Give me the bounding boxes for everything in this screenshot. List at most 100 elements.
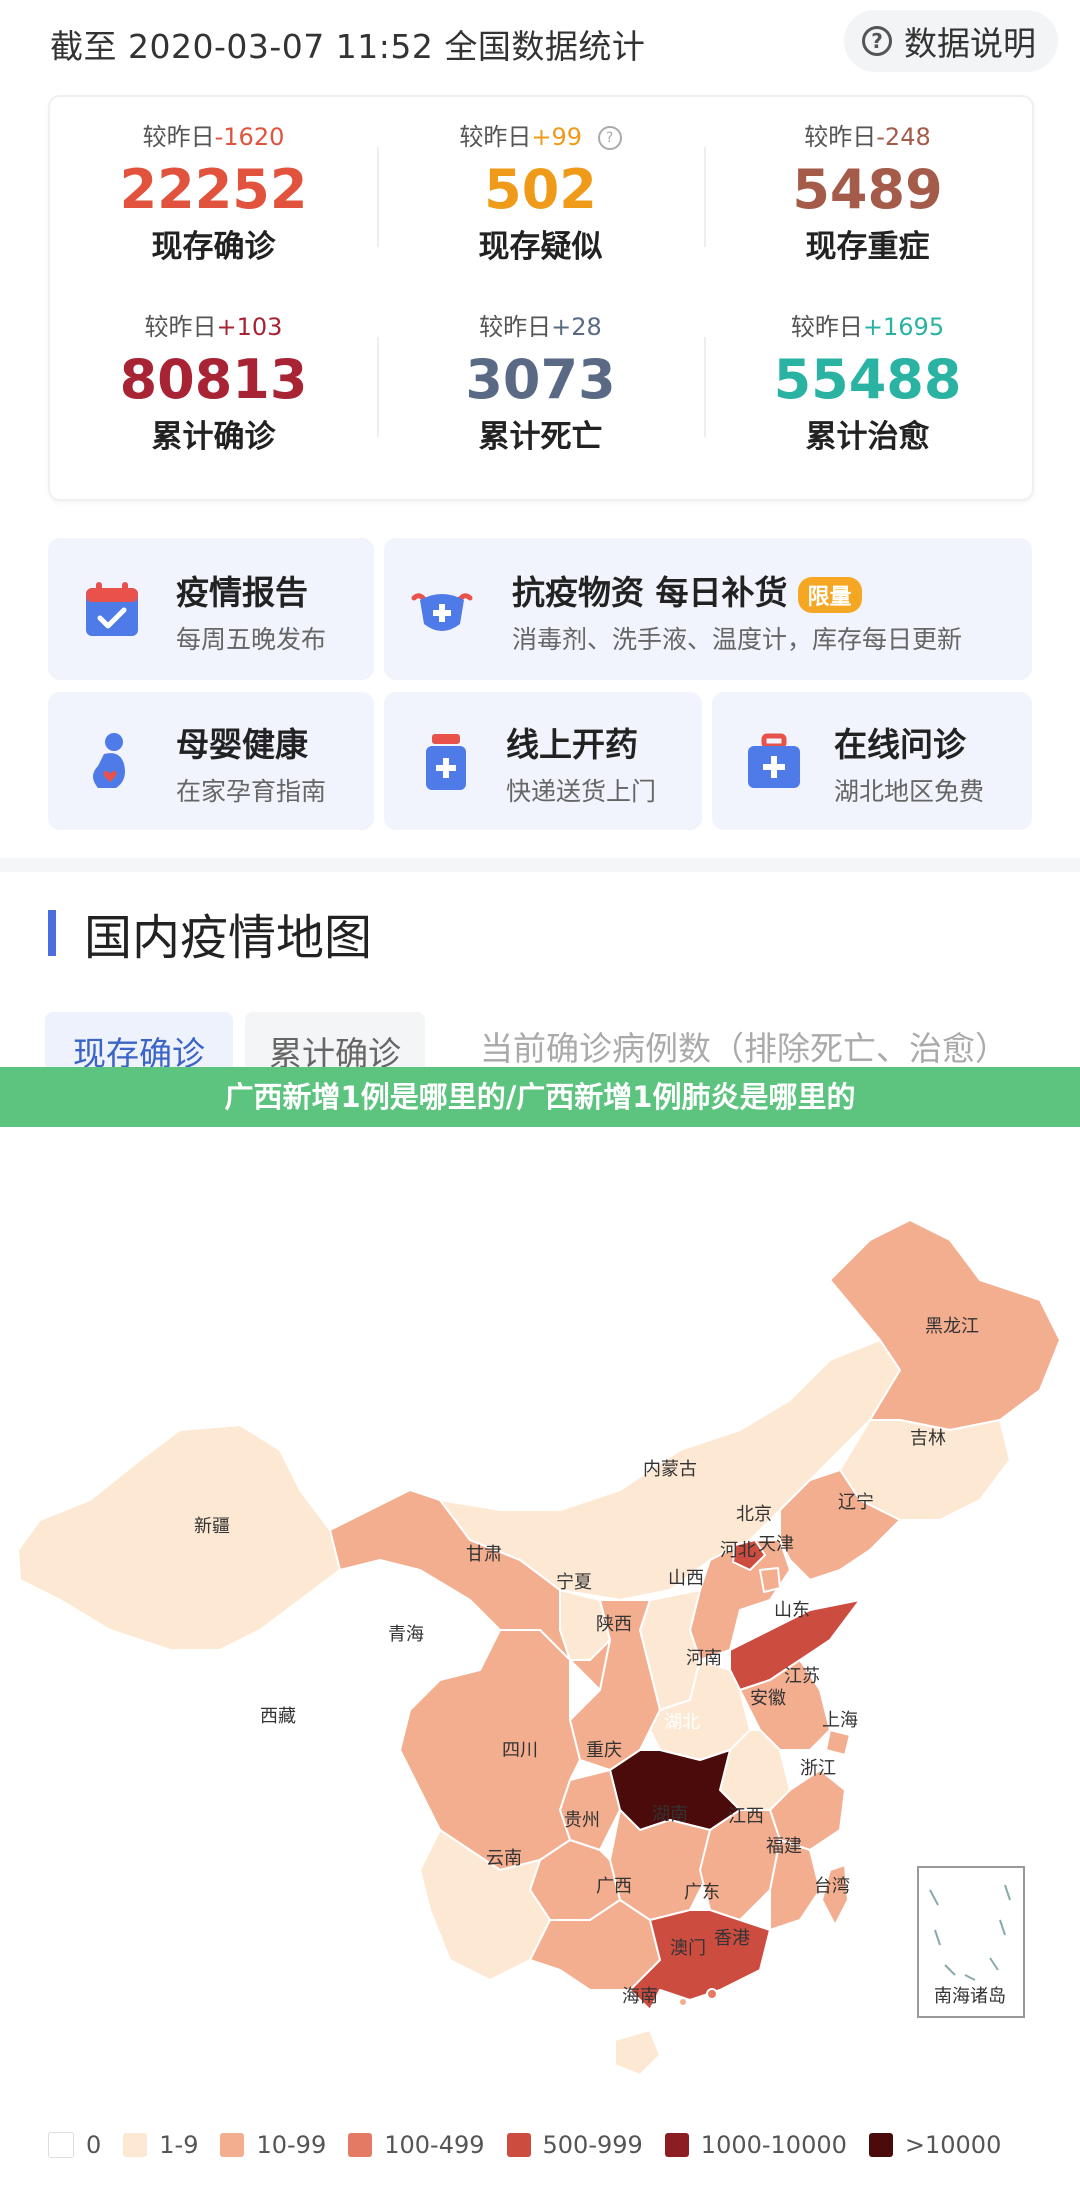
tab-description: 当前确诊病例数（排除死亡、治愈） [480, 1029, 1008, 1068]
label-hainan: 海南 [622, 1986, 658, 2007]
delta-value: +28 [551, 313, 602, 341]
page-header: 截至 2020-03-07 11:52 全国数据统计 ? 数据说明 [0, 0, 1080, 86]
legend-label: 1-9 [159, 2131, 199, 2159]
label-hubei: 湖北 [664, 1712, 700, 1733]
legend-swatch [664, 2133, 689, 2157]
mother-baby-icon [93, 733, 125, 788]
label-chongqing: 重庆 [586, 1740, 622, 1761]
tile-title: 线上开药 [506, 725, 638, 764]
label-shanxi: 山西 [668, 1568, 704, 1589]
section-title: 国内疫情地图 [84, 910, 373, 966]
data-explanation-label: 数据说明 [904, 24, 1036, 63]
medical-kit-icon [748, 733, 800, 788]
label-xinjiang: 新疆 [194, 1516, 230, 1537]
legend-item[interactable]: 1000-10000 [664, 2131, 847, 2159]
tile-online-pharmacy[interactable]: 线上开药 快递送货上门 [384, 692, 702, 830]
map-section-header: 国内疫情地图 [48, 905, 372, 966]
stat-label: 现存疑似 [478, 229, 603, 265]
legend-label: >10000 [904, 2131, 1002, 2159]
delta-value: -248 [876, 123, 931, 151]
stat-current-confirmed: 较昨日-1620 22252 现存确诊 [50, 119, 377, 269]
legend-swatch [48, 2132, 74, 2158]
label-hebei: 河北 [720, 1540, 756, 1561]
stat-total-deaths: 较昨日+28 3073 累计死亡 [377, 309, 704, 459]
china-epidemic-map: 南海诸岛 新疆 西藏 青海 甘肃 内蒙古 黑龙江 吉林 辽宁 北京 天津 河北 … [0, 1130, 1080, 2190]
label-yunnan: 云南 [486, 1848, 522, 1869]
stat-total-cured: 较昨日+1695 55488 累计治愈 [704, 309, 1031, 459]
legend-item[interactable]: 10-99 [220, 2131, 326, 2159]
tile-online-consultation[interactable]: 在线问诊 湖北地区免费 [712, 692, 1032, 830]
legend-swatch [348, 2133, 373, 2157]
stat-value: 55488 [773, 348, 962, 411]
tile-title: 抗疫物资 每日补货 限量 [512, 566, 862, 614]
stats-card: 较昨日-1620 22252 现存确诊 较昨日+99 ? 502 现存疑似 较昨… [48, 95, 1034, 501]
label-xizang: 西藏 [260, 1706, 296, 1727]
stat-value: 22252 [119, 158, 308, 221]
label-heilongjiang: 黑龙江 [925, 1316, 979, 1337]
label-guangxi: 广西 [596, 1876, 632, 1897]
stat-label: 累计治愈 [805, 419, 930, 455]
tile-title: 疫情报告 [176, 573, 308, 612]
legend-item[interactable]: 0 [48, 2131, 101, 2159]
label-jiangxi: 江西 [728, 1806, 764, 1827]
province-xianggang[interactable] [706, 1988, 718, 2000]
delta-prefix: 较昨日 [790, 313, 863, 341]
label-henan: 河南 [686, 1648, 722, 1669]
legend-label: 0 [86, 2131, 102, 2159]
delta-value: -1620 [214, 123, 285, 151]
tile-subtitle: 消毒剂、洗手液、温度计，库存每日更新 [512, 625, 963, 654]
delta-prefix: 较昨日 [804, 123, 877, 151]
label-qinghai: 青海 [388, 1624, 424, 1645]
legend-item[interactable]: 1-9 [123, 2131, 198, 2159]
legend-label: 500-999 [542, 2131, 643, 2159]
label-taiwan: 台湾 [814, 1876, 850, 1897]
tile-title: 在线问诊 [834, 725, 966, 764]
stat-label: 累计确诊 [151, 419, 276, 455]
legend-item[interactable]: >10000 [868, 2131, 1002, 2159]
province-shanghai[interactable] [825, 1729, 851, 1756]
label-tianjin: 天津 [758, 1534, 794, 1555]
data-explanation-button[interactable]: ? 数据说明 [844, 10, 1058, 72]
medicine-bottle-icon [426, 734, 466, 790]
delta-value: +1695 [862, 313, 945, 341]
stat-value: 3073 [465, 348, 616, 411]
label-hunan: 湖南 [652, 1804, 688, 1825]
label-liaoning: 辽宁 [838, 1492, 874, 1513]
delta-prefix: 较昨日 [142, 123, 215, 151]
legend-item[interactable]: 500-999 [506, 2131, 643, 2159]
help-icon[interactable]: ? [597, 126, 622, 150]
tile-subtitle: 快递送货上门 [506, 777, 657, 806]
tile-maternal-health[interactable]: 母婴健康 在家孕育指南 [48, 692, 374, 830]
tile-subtitle: 每周五晚发布 [176, 625, 327, 654]
legend-item[interactable]: 100-499 [348, 2131, 485, 2159]
legend-label: 10-99 [256, 2131, 327, 2159]
stat-value: 502 [484, 158, 597, 221]
label-ningxia: 宁夏 [556, 1572, 592, 1593]
inset-label: 南海诸岛 [934, 1986, 1006, 2007]
label-gansu: 甘肃 [466, 1544, 502, 1565]
stat-value: 80813 [119, 348, 308, 411]
tile-subtitle: 在家孕育指南 [176, 777, 327, 806]
legend-swatch [506, 2133, 531, 2157]
stat-label: 现存重症 [805, 229, 930, 265]
province-aomen[interactable] [678, 1997, 688, 2007]
delta-prefix: 较昨日 [144, 313, 217, 341]
section-accent-bar [48, 910, 56, 956]
legend-label: 1000-10000 [700, 2131, 847, 2159]
legend-swatch [123, 2133, 148, 2157]
label-jiangsu: 江苏 [784, 1666, 820, 1687]
question-mark-icon: ? [862, 26, 892, 56]
tile-epidemic-report[interactable]: 疫情报告 每周五晚发布 [48, 538, 374, 680]
label-neimenggu: 内蒙古 [643, 1459, 697, 1480]
label-jilin: 吉林 [910, 1428, 946, 1449]
province-tianjin[interactable] [759, 1567, 781, 1593]
tile-antiepidemic-supplies[interactable]: 抗疫物资 每日补货 限量 消毒剂、洗手液、温度计，库存每日更新 [384, 538, 1032, 680]
stats-timestamp-title: 截至 2020-03-07 11:52 全国数据统计 [50, 27, 646, 66]
province-hainan[interactable] [614, 2029, 661, 2076]
label-fujian: 福建 [766, 1836, 802, 1857]
delta-prefix: 较昨日 [459, 123, 532, 151]
calendar-check-icon [86, 582, 138, 636]
stat-total-confirmed: 较昨日+103 80813 累计确诊 [50, 309, 377, 459]
map-legend: 0 1-9 10-99 100-499 500-999 1000-10000 >… [48, 2125, 1023, 2165]
label-guizhou: 贵州 [564, 1810, 600, 1831]
